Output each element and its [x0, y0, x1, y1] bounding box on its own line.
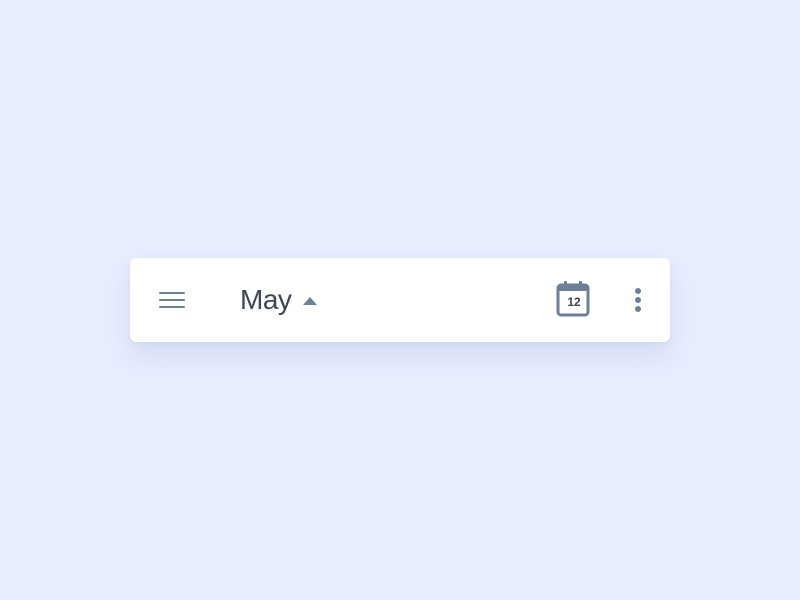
more-icon-dot [635, 297, 641, 303]
caret-up-icon [303, 297, 318, 305]
menu-icon-line [159, 306, 185, 308]
more-icon-dot [635, 288, 641, 294]
menu-icon-line [159, 292, 185, 294]
month-selector[interactable]: May [240, 278, 318, 322]
more-icon-dot [635, 306, 641, 312]
menu-icon-line [159, 299, 185, 301]
top-app-bar: May 12 [130, 258, 670, 342]
month-label: May [240, 284, 292, 315]
today-date-number: 12 [567, 295, 581, 309]
menu-button[interactable] [154, 284, 190, 316]
today-button[interactable]: 12 [554, 280, 594, 320]
more-options-button[interactable] [622, 284, 654, 316]
